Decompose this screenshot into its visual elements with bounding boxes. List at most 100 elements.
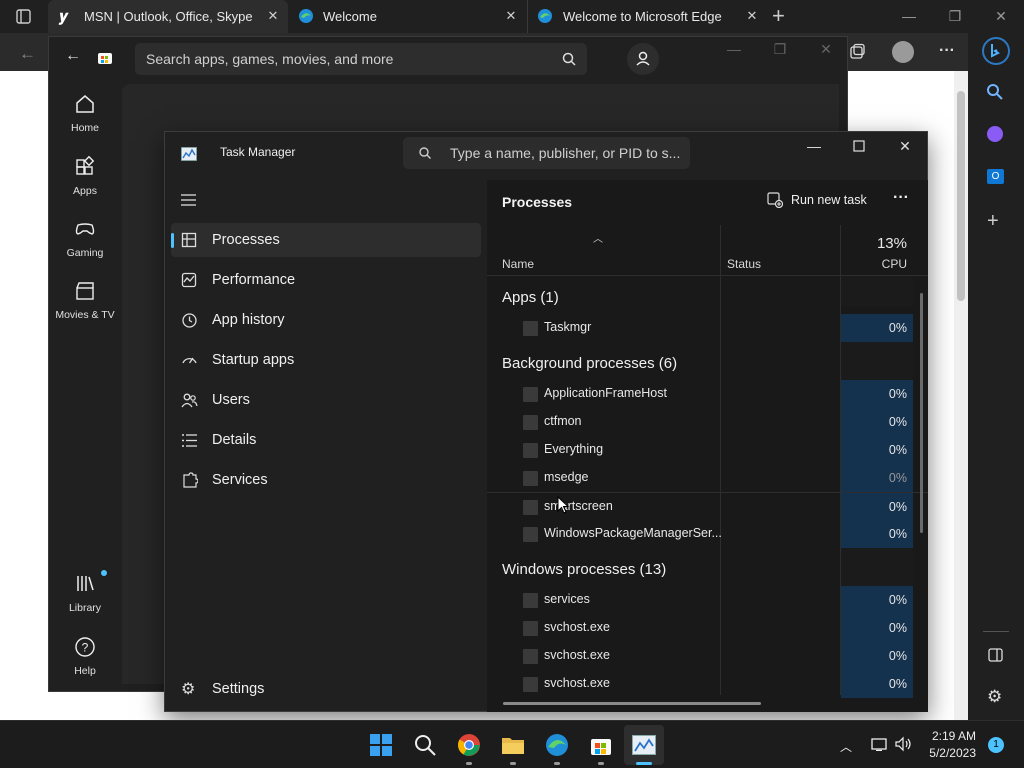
process-search-input[interactable]: Type a name, publisher, or PID to s...: [403, 137, 690, 169]
table-row[interactable]: msedge 0%: [487, 464, 928, 492]
store-icon[interactable]: [589, 733, 613, 757]
search-placeholder: Search apps, games, movies, and more: [146, 51, 394, 67]
nav-details[interactable]: Details: [171, 423, 481, 457]
run-task-icon: [767, 192, 783, 208]
clock-time[interactable]: 2:19 AM: [920, 729, 976, 743]
close-tab-icon[interactable]: ✕: [266, 9, 280, 23]
outlook-icon[interactable]: O: [987, 169, 1004, 184]
group-background[interactable]: Background processes (6): [502, 355, 677, 372]
svg-text:?: ?: [82, 641, 89, 655]
nav-settings[interactable]: ⚙ Settings: [171, 672, 481, 706]
processes-icon: [181, 232, 198, 249]
maximize-button[interactable]: [836, 132, 882, 160]
bing-icon[interactable]: [982, 37, 1010, 65]
table-row[interactable]: services 0%: [487, 586, 928, 614]
gear-icon[interactable]: ⚙: [987, 687, 1002, 707]
collections-icon[interactable]: [849, 43, 866, 60]
network-icon[interactable]: [871, 737, 887, 751]
nav-startup-apps[interactable]: Startup apps: [171, 343, 481, 377]
tab-title: Welcome: [323, 9, 377, 24]
mouse-pointer-icon: [557, 496, 569, 514]
library-icon: [73, 570, 107, 596]
add-icon[interactable]: +: [987, 210, 999, 233]
tab-actions-icon[interactable]: [16, 9, 31, 24]
close-tab-icon[interactable]: ✕: [745, 9, 759, 23]
minimize-button[interactable]: —: [711, 33, 757, 66]
vertical-scrollbar[interactable]: [920, 293, 923, 533]
tab-welcome[interactable]: Welcome ✕: [288, 0, 526, 33]
nav-performance[interactable]: Performance: [171, 263, 481, 297]
nav-users[interactable]: Users: [171, 383, 481, 417]
search-icon[interactable]: [987, 84, 1003, 100]
edge-icon: [298, 8, 314, 24]
store-nav-movies[interactable]: Movies & TV: [49, 279, 121, 321]
file-explorer-icon[interactable]: [501, 733, 525, 757]
update-badge: [101, 570, 107, 576]
table-row[interactable]: ApplicationFrameHost 0%: [487, 380, 928, 408]
profile-avatar[interactable]: [892, 41, 914, 63]
new-tab-button[interactable]: +: [772, 3, 785, 29]
column-cpu-header[interactable]: CPU: [841, 257, 907, 271]
close-tab-icon[interactable]: ✕: [504, 9, 518, 23]
search-icon[interactable]: [413, 733, 437, 757]
back-icon[interactable]: ←: [65, 47, 81, 65]
settings-more-icon[interactable]: ···: [939, 42, 955, 60]
table-row[interactable]: WindowsPackageManagerSer... 0%: [487, 520, 928, 548]
store-search-input[interactable]: Search apps, games, movies, and more: [135, 43, 587, 75]
edge-icon: [537, 8, 553, 24]
tab-welcome-edge[interactable]: Welcome to Microsoft Edge ✕: [527, 0, 767, 33]
table-row[interactable]: ctfmon 0%: [487, 408, 928, 436]
store-nav-help[interactable]: ? Help: [49, 635, 121, 677]
taskbar: ︿ 2:19 AM 5/2/2023 1: [0, 720, 1024, 768]
search-placeholder: Type a name, publisher, or PID to s...: [450, 145, 681, 161]
table-row[interactable]: Taskmgr 0%: [487, 314, 928, 342]
group-apps[interactable]: Apps (1): [502, 289, 559, 306]
back-icon[interactable]: ←: [19, 44, 36, 64]
nav-services[interactable]: Services: [171, 463, 481, 497]
search-icon[interactable]: [562, 52, 576, 66]
volume-icon[interactable]: [895, 736, 913, 752]
task-manager-taskbar-button[interactable]: [624, 725, 664, 765]
store-nav-gaming[interactable]: Gaming: [49, 217, 121, 259]
column-name-header[interactable]: Name: [502, 257, 534, 271]
minimize-button[interactable]: —: [886, 0, 932, 33]
tab-msn[interactable]: 𝒚 MSN | Outlook, Office, Skype, Bi ✕: [48, 0, 288, 33]
column-status-header[interactable]: Status: [727, 257, 761, 271]
app-icon: [523, 387, 538, 402]
gear-icon: ⚙: [181, 681, 196, 698]
restore-button[interactable]: ❐: [757, 33, 803, 66]
chrome-icon[interactable]: [457, 733, 481, 757]
edge-icon[interactable]: [545, 733, 569, 757]
store-nav-library[interactable]: Library: [49, 570, 121, 614]
clock-date[interactable]: 5/2/2023: [920, 746, 976, 760]
minimize-button[interactable]: —: [791, 132, 837, 160]
sort-up-icon[interactable]: ︿: [593, 230, 603, 245]
sidebar-toggle-icon[interactable]: [988, 648, 1003, 662]
table-row[interactable]: svchost.exe 0%: [487, 614, 928, 642]
account-icon[interactable]: [627, 43, 659, 75]
more-options-icon[interactable]: ···: [893, 189, 909, 207]
group-windows[interactable]: Windows processes (13): [502, 561, 666, 578]
hamburger-menu-icon[interactable]: [181, 194, 196, 206]
chevron-up-icon[interactable]: ︿: [840, 738, 852, 755]
table-row[interactable]: svchost.exe 0%: [487, 642, 928, 670]
nav-app-history[interactable]: App history: [171, 303, 481, 337]
notification-badge[interactable]: 1: [988, 737, 1004, 753]
table-row[interactable]: Everything 0%: [487, 436, 928, 464]
table-row[interactable]: svchost.exe 0%: [487, 670, 928, 698]
services-icon: [181, 472, 198, 489]
app-icon: [523, 621, 538, 636]
close-button[interactable]: ✕: [882, 132, 928, 160]
table-row[interactable]: smartscreen 0%: [487, 492, 928, 521]
horizontal-scrollbar[interactable]: [503, 702, 761, 705]
close-button[interactable]: ✕: [803, 33, 849, 66]
task-manager-icon: [181, 147, 197, 161]
copilot-icon[interactable]: [987, 126, 1003, 142]
close-button[interactable]: ✕: [978, 0, 1024, 33]
store-nav-apps[interactable]: Apps: [49, 155, 121, 197]
browser-scrollbar[interactable]: [954, 71, 968, 720]
nav-processes[interactable]: Processes: [171, 223, 481, 257]
store-nav-home[interactable]: Home: [49, 92, 121, 134]
restore-button[interactable]: ❐: [932, 0, 978, 33]
start-icon[interactable]: [369, 733, 393, 757]
